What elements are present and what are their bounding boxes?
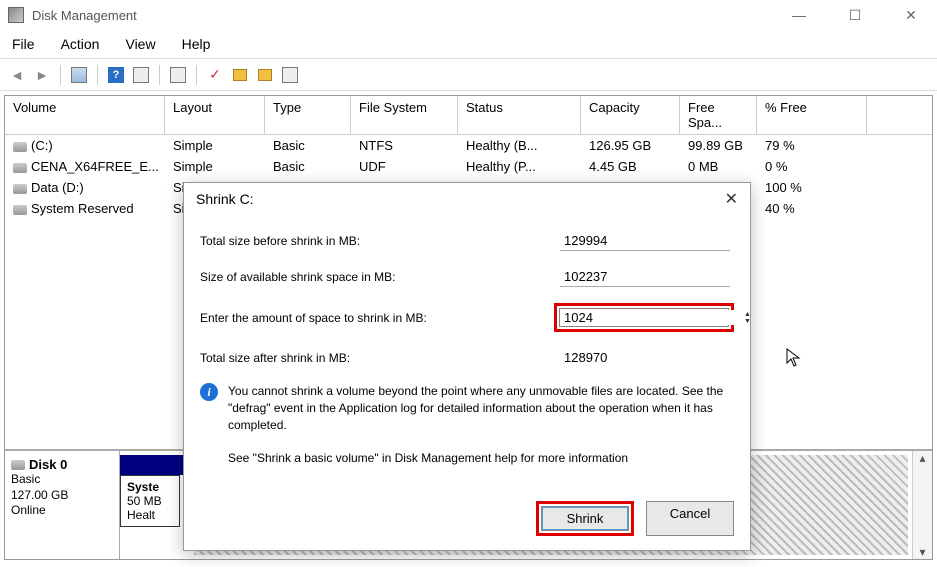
col-free[interactable]: Free Spa... <box>680 96 757 134</box>
dialog-title: Shrink C: <box>196 191 721 207</box>
menu-file[interactable]: File <box>8 34 39 54</box>
partition-status: Healt <box>127 508 173 522</box>
volume-table-header: Volume Layout Type File System Status Ca… <box>5 96 932 135</box>
menubar: File Action View Help <box>0 30 937 59</box>
label-amount: Enter the amount of space to shrink in M… <box>200 311 554 325</box>
cell-layout: Simple <box>165 157 265 176</box>
disk-map-info: Disk 0 Basic 127.00 GB Online <box>5 451 120 559</box>
col-volume[interactable]: Volume <box>5 96 165 134</box>
disk-icon <box>13 142 27 152</box>
disk-icon <box>11 460 25 470</box>
partition-size: 50 MB <box>127 494 173 508</box>
toolbar-separator <box>159 65 160 85</box>
col-filesystem[interactable]: File System <box>351 96 458 134</box>
toolbar-btn-folder[interactable] <box>229 64 251 86</box>
col-capacity[interactable]: Capacity <box>581 96 680 134</box>
help-text: See "Shrink a basic volume" in Disk Mana… <box>228 451 734 465</box>
toolbar-btn-view[interactable] <box>68 64 90 86</box>
cell-pct: 100 % <box>757 178 867 197</box>
shrink-button[interactable]: Shrink <box>541 506 629 531</box>
shrink-amount-input[interactable] <box>564 310 740 325</box>
info-icon: i <box>200 383 218 401</box>
cell-status: Healthy (B... <box>458 136 581 155</box>
disk-size: 127.00 GB <box>11 488 113 504</box>
shrink-amount-input-wrap: ▲▼ <box>559 308 729 327</box>
col-pctfree[interactable]: % Free <box>757 96 867 134</box>
cell-volume: Data (D:) <box>31 180 84 195</box>
spinner-down-icon[interactable]: ▼ <box>744 318 751 325</box>
cell-type: Basic <box>265 136 351 155</box>
label-total-after: Total size after shrink in MB: <box>200 351 560 365</box>
menu-action[interactable]: Action <box>57 34 104 54</box>
toolbar-separator <box>97 65 98 85</box>
disk-state: Online <box>11 503 113 519</box>
toolbar-btn-folder2[interactable] <box>254 64 276 86</box>
disk-icon <box>13 205 27 215</box>
forward-button[interactable] <box>31 64 53 86</box>
scroll-down-icon[interactable]: ▾ <box>913 545 932 559</box>
dialog-close-button[interactable]: ✕ <box>721 189 742 209</box>
shrink-dialog: Shrink C: ✕ Total size before shrink in … <box>183 182 751 551</box>
maximize-button[interactable]: ☐ <box>837 2 873 28</box>
menu-help[interactable]: Help <box>178 34 215 54</box>
cell-fs: UDF <box>351 157 458 176</box>
cell-pct: 0 % <box>757 157 867 176</box>
toolbar-btn-drive[interactable] <box>167 64 189 86</box>
cell-fs: NTFS <box>351 136 458 155</box>
menu-view[interactable]: View <box>121 34 159 54</box>
cancel-button[interactable]: Cancel <box>646 501 734 536</box>
app-icon <box>8 7 24 23</box>
label-total-before: Total size before shrink in MB: <box>200 234 560 248</box>
disk-icon <box>13 184 27 194</box>
toolbar-btn-generic[interactable] <box>130 64 152 86</box>
cell-capacity: 4.45 GB <box>581 157 680 176</box>
value-total-before: 129994 <box>560 231 730 251</box>
titlebar: Disk Management — ☐ ✕ <box>0 0 937 30</box>
cell-pct: 40 % <box>757 199 867 218</box>
disk-type: Basic <box>11 472 113 488</box>
partition-header-bar <box>120 455 190 475</box>
cell-status: Healthy (P... <box>458 157 581 176</box>
label-available: Size of available shrink space in MB: <box>200 270 560 284</box>
col-layout[interactable]: Layout <box>165 96 265 134</box>
cell-layout: Simple <box>165 136 265 155</box>
toolbar-btn-list[interactable] <box>279 64 301 86</box>
col-type[interactable]: Type <box>265 96 351 134</box>
info-text: You cannot shrink a volume beyond the po… <box>228 383 734 433</box>
window-title: Disk Management <box>32 8 781 23</box>
minimize-button[interactable]: — <box>781 2 817 28</box>
toolbar-btn-help[interactable]: ? <box>105 64 127 86</box>
close-button[interactable]: ✕ <box>893 2 929 28</box>
cell-capacity: 126.95 GB <box>581 136 680 155</box>
cell-volume: System Reserved <box>31 201 134 216</box>
cell-volume: CENA_X64FREE_E... <box>31 159 159 174</box>
spinner[interactable]: ▲▼ <box>744 311 751 325</box>
table-row[interactable]: (C:) Simple Basic NTFS Healthy (B... 126… <box>5 135 932 156</box>
cell-free: 0 MB <box>680 157 757 176</box>
toolbar-separator <box>196 65 197 85</box>
scroll-up-icon[interactable]: ▴ <box>913 451 932 465</box>
back-button[interactable] <box>6 64 28 86</box>
table-row[interactable]: CENA_X64FREE_E... Simple Basic UDF Healt… <box>5 156 932 177</box>
toolbar-btn-check[interactable]: ✓ <box>204 64 226 86</box>
col-status[interactable]: Status <box>458 96 581 134</box>
cell-type: Basic <box>265 157 351 176</box>
partition-name: Syste <box>127 480 173 494</box>
disc-icon <box>13 163 27 173</box>
vertical-scrollbar[interactable]: ▴ ▾ <box>912 451 932 559</box>
toolbar-separator <box>60 65 61 85</box>
spinner-up-icon[interactable]: ▲ <box>744 311 751 318</box>
cell-pct: 79 % <box>757 136 867 155</box>
cell-free: 99.89 GB <box>680 136 757 155</box>
value-total-after: 128970 <box>560 348 730 367</box>
partition-system[interactable]: Syste 50 MB Healt <box>120 475 180 527</box>
disk-title: Disk 0 <box>29 457 67 472</box>
value-available: 102237 <box>560 267 730 287</box>
cell-volume: (C:) <box>31 138 53 153</box>
toolbar: ? ✓ <box>0 59 937 91</box>
